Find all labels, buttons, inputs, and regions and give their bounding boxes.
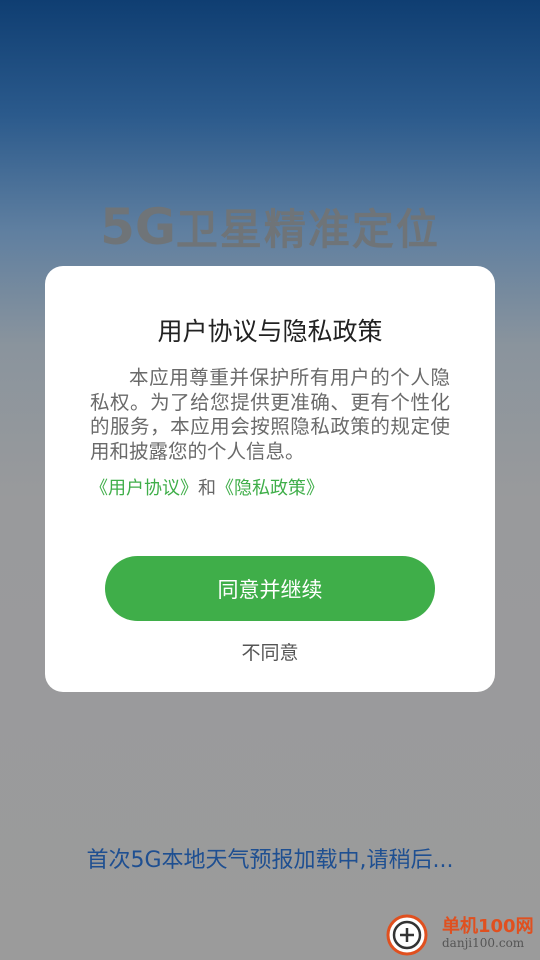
watermark-name: 单机100网 — [442, 916, 534, 937]
privacy-dialog: 用户协议与隐私政策 本应用尊重并保护所有用户的个人隐私权。为了给您提供更准确、更… — [45, 266, 495, 692]
and-text: 和 — [198, 478, 216, 499]
agree-continue-button[interactable]: 同意并继续 — [105, 556, 435, 621]
app-title: 5G卫星精准定位 — [0, 196, 540, 257]
disagree-button[interactable]: 不同意 — [45, 638, 495, 665]
watermark: 单机100网 danji100.com — [386, 910, 536, 958]
policy-links: 《用户协议》和《隐私政策》 — [90, 474, 324, 500]
watermark-url: danji100.com — [442, 936, 525, 950]
user-agreement-link[interactable]: 《用户协议》 — [90, 478, 198, 499]
privacy-policy-link[interactable]: 《隐私政策》 — [216, 478, 324, 499]
dialog-body-text: 本应用尊重并保护所有用户的个人隐私权。为了给您提供更准确、更有个性化的服务，本应… — [90, 366, 450, 463]
app-title-text: 卫星精准定位 — [175, 205, 440, 254]
dialog-title: 用户协议与隐私政策 — [157, 317, 383, 346]
loading-text: 首次5G本地天气预报加载中,请稍后... — [86, 848, 454, 873]
watermark-logo-icon — [386, 914, 428, 956]
app-title-5g: 5G — [100, 198, 176, 256]
